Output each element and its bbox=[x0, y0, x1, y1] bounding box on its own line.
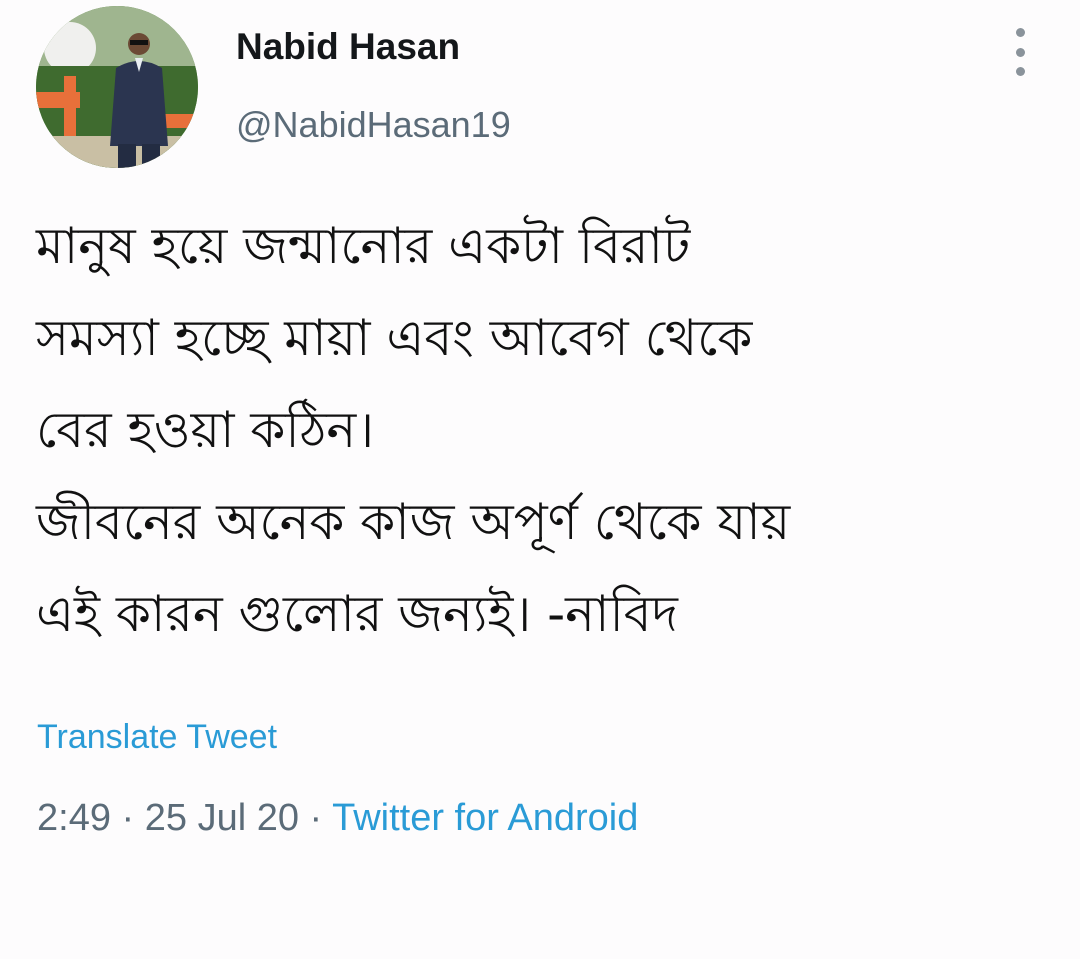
meta-separator: · bbox=[110, 797, 145, 839]
tweet-text-line: মানুষ হয়ে জন্মানোর একটা বিরাট bbox=[36, 217, 691, 275]
avatar[interactable] bbox=[36, 6, 198, 168]
author-name[interactable]: Nabid Hasan bbox=[236, 26, 460, 68]
dot bbox=[1015, 47, 1025, 57]
dot bbox=[1015, 67, 1025, 76]
tweet-time[interactable]: 2:49 bbox=[37, 797, 111, 839]
dot bbox=[1015, 28, 1025, 37]
tweet-text-line: জীবনের অনেক কাজ অপূর্ণ থেকে যায় bbox=[36, 493, 791, 551]
tweet-text: মানুষ হয়ে জন্মানোর একটা বিরাট সমস্যা হচ… bbox=[36, 200, 1046, 660]
author-handle[interactable]: @NabidHasan19 bbox=[236, 104, 511, 146]
tweet-meta: 2:49 · 25 Jul 20 · Twitter for Android bbox=[37, 797, 638, 840]
tweet-source-link[interactable]: Twitter for Android bbox=[332, 797, 638, 839]
avatar-image bbox=[36, 6, 198, 168]
tweet-card: Nabid Hasan @NabidHasan19 মানুষ হয়ে জন্… bbox=[0, 0, 1080, 959]
meta-separator: · bbox=[298, 797, 333, 839]
tweet-text-line: সমস্যা হচ্ছে মায়া এবং আবেগ থেকে bbox=[36, 309, 753, 367]
more-vertical-icon[interactable] bbox=[1004, 28, 1036, 76]
tweet-text-line: এই কারন গুলোর জন্যই। -নাবিদ bbox=[36, 585, 678, 643]
tweet-text-line: বের হওয়া কঠিন। bbox=[36, 401, 375, 459]
tweet-date[interactable]: 25 Jul 20 bbox=[145, 797, 299, 839]
translate-tweet-link[interactable]: Translate Tweet bbox=[37, 718, 277, 757]
